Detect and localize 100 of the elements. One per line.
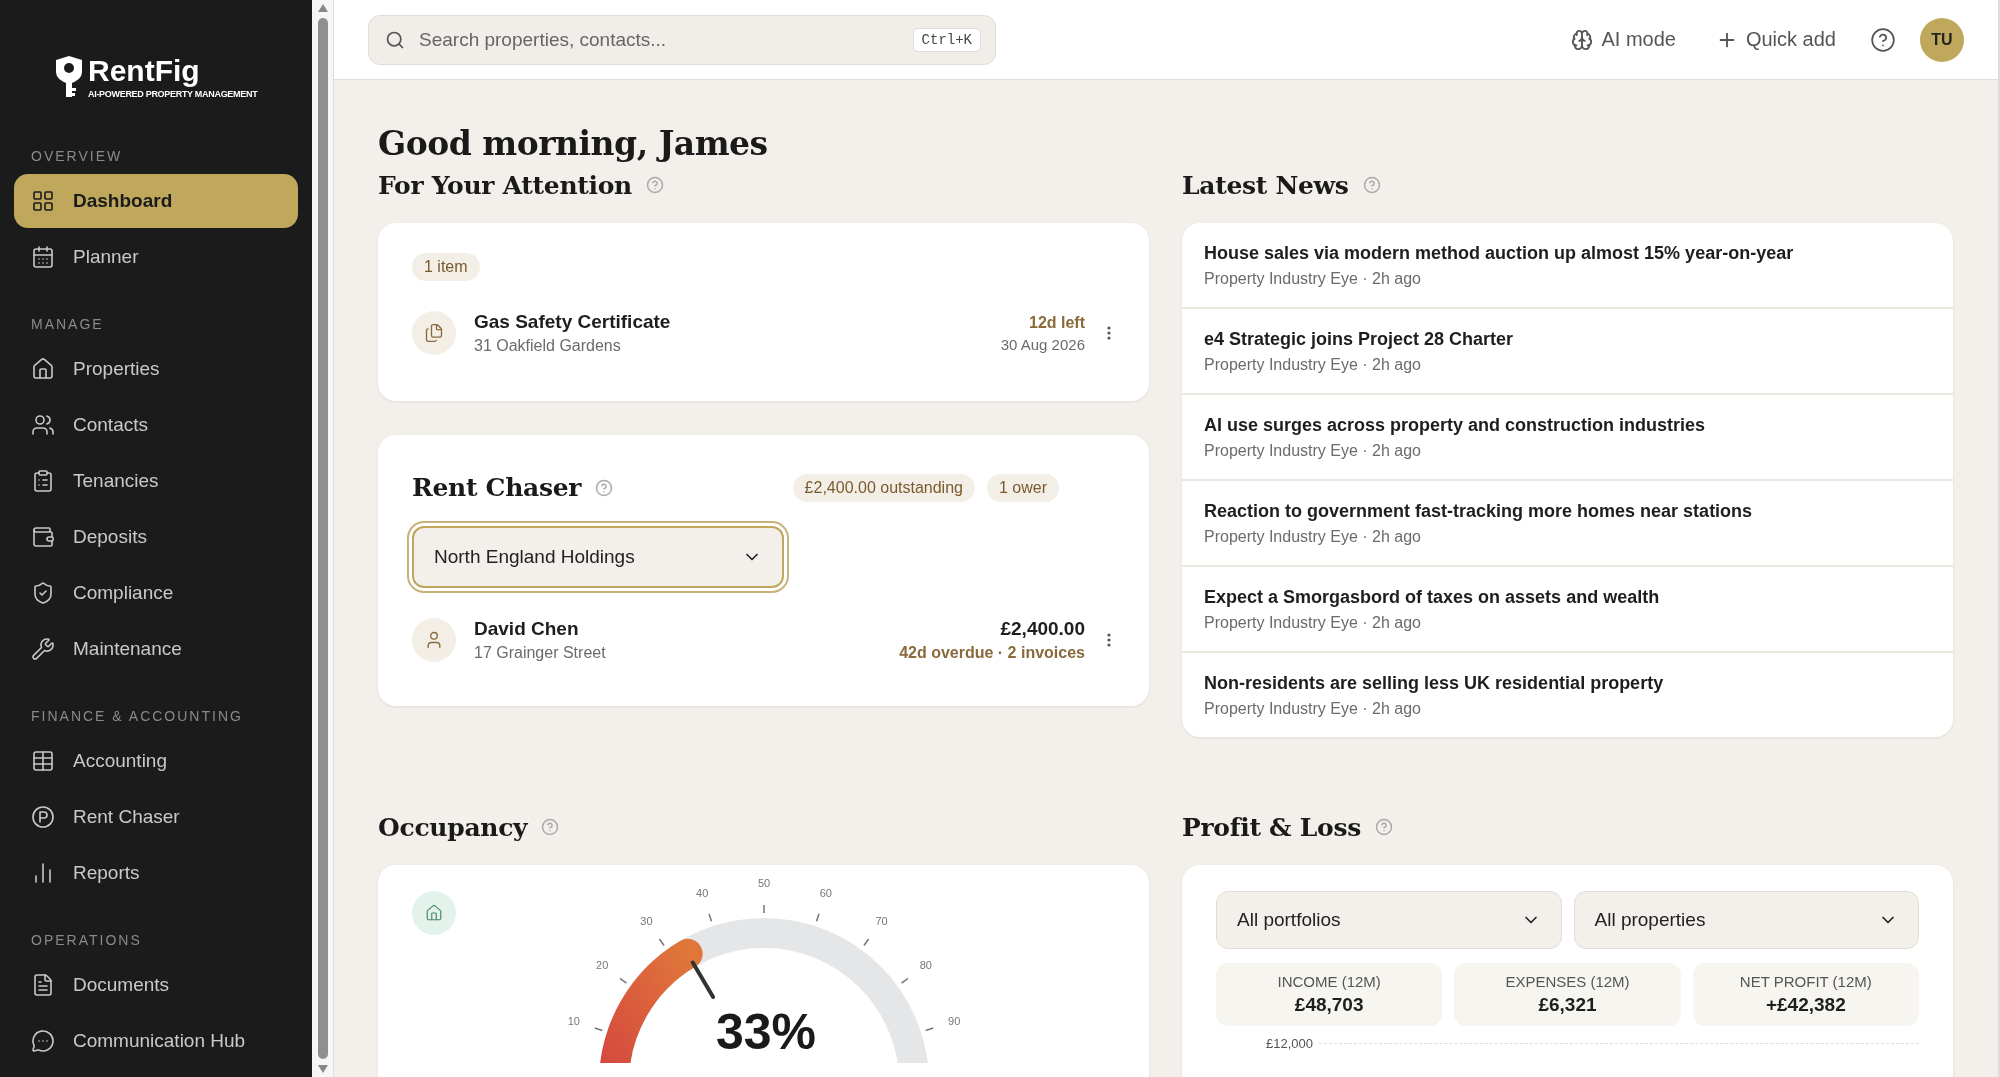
- section-title: For Your Attention: [378, 170, 632, 200]
- news-item[interactable]: Expect a Smorgasbord of taxes on assets and wealth Property Industry Eye · 2h ago: [1182, 565, 1953, 651]
- sidebar-item-label: Planner: [73, 246, 139, 268]
- quick-add-button[interactable]: Quick add: [1705, 22, 1846, 57]
- sidebar-item-label: Documents: [73, 974, 170, 996]
- search-bar[interactable]: Search properties, contacts... Ctrl+K: [368, 14, 996, 65]
- shortcut-key: Ctrl+K: [912, 27, 981, 52]
- gauge-tick: [618, 977, 627, 984]
- sidebar-item-label: Properties: [73, 358, 160, 380]
- news-item[interactable]: e4 Strategic joins Project 28 Charter Property Industry Eye · 2h ago: [1182, 307, 1953, 393]
- gauge-tick: [862, 938, 869, 947]
- scroll-thumb[interactable]: [317, 18, 328, 1059]
- section-title: Profit & Loss: [1182, 812, 1361, 842]
- news-headline: AI use surges across property and construction industries: [1204, 415, 1707, 436]
- news-headline: Reaction to government fast-tracking more homes near stations: [1204, 501, 1754, 522]
- news-headline: Non-residents are selling less UK residential property: [1204, 673, 1665, 694]
- news-headline: e4 Strategic joins Project 28 Charter: [1204, 329, 1515, 350]
- stat-label: NET PROFIT (12M): [1739, 973, 1872, 990]
- news-item[interactable]: Reaction to government fast-tracking more homes near stations Property Industry Eye · 2h ago: [1182, 479, 1953, 565]
- table-icon: [31, 749, 55, 773]
- scroll-down-icon[interactable]: [317, 1065, 328, 1073]
- sidebar-item[interactable]: Planner: [14, 230, 298, 284]
- filter-dropdown[interactable]: All portfolios: [1216, 891, 1562, 949]
- dashboard-grid-icon: [31, 189, 55, 213]
- gauge-reading: 33%: [715, 1004, 816, 1060]
- sidebar-item-label: Compliance: [73, 582, 174, 604]
- sidebar-section-title: OPERATIONS: [30, 931, 143, 950]
- person-icon: [412, 618, 456, 662]
- overdue-detail: 42d overdue · 2 invoices: [899, 644, 1085, 662]
- gauge-tick-label: 50: [757, 877, 770, 889]
- user-avatar[interactable]: TU: [1920, 17, 1964, 62]
- item-count-badge: 1 item: [412, 253, 480, 281]
- calendar-icon: [31, 245, 55, 269]
- gauge-tick: [593, 1027, 603, 1032]
- search-input[interactable]: Search properties, contacts...: [417, 27, 901, 52]
- gauge-tick: [762, 904, 765, 914]
- news-item[interactable]: Non-residents are selling less UK residential property Property Industry Eye · 2h ago: [1182, 651, 1953, 737]
- item-address: 31 Oakfield Gardens: [474, 337, 622, 355]
- gauge-tick-label: 40: [695, 886, 708, 899]
- gauge-needle: [690, 960, 715, 999]
- card-title: Rent Chaser: [412, 473, 582, 502]
- sidebar-item[interactable]: Rent Chaser: [14, 790, 298, 844]
- stat-label: EXPENSES (12M): [1505, 973, 1630, 990]
- sidebar-item[interactable]: Maintenance: [14, 622, 298, 676]
- gauge-tick-label: 10: [567, 1015, 580, 1028]
- help-icon[interactable]: [645, 176, 664, 194]
- news-headline: House sales via modern method auction up almost 15% year-on-year: [1204, 243, 1795, 264]
- sidebar-item[interactable]: Communication Hub: [14, 1014, 298, 1068]
- gauge-tick: [658, 938, 665, 947]
- tenant-name: David Chen: [474, 618, 580, 640]
- gauge-tick-label: 60: [819, 886, 832, 899]
- clipboard-icon: [31, 469, 55, 493]
- help-icon[interactable]: [595, 478, 614, 497]
- ai-mode-button[interactable]: AI mode: [1561, 22, 1686, 57]
- logo-name: RentFig: [88, 55, 201, 86]
- news-source: Property Industry Eye · 2h ago: [1204, 442, 1422, 460]
- news-source: Property Industry Eye · 2h ago: [1204, 528, 1422, 546]
- help-icon[interactable]: [541, 818, 560, 836]
- sidebar-item[interactable]: Compliance: [14, 566, 298, 620]
- sidebar-item-label: Accounting: [73, 750, 167, 772]
- help-icon[interactable]: [1374, 818, 1393, 836]
- stat-value: £6,321: [1538, 994, 1597, 1016]
- gauge-tick-label: 80: [919, 959, 932, 972]
- sidebar-item[interactable]: Tenancies: [14, 454, 298, 508]
- sidebar-item-label: Reports: [73, 862, 140, 884]
- sidebar-item-label: Communication Hub: [73, 1030, 246, 1052]
- document-icon: [31, 973, 55, 997]
- sidebar-item[interactable]: Accounting: [14, 734, 298, 788]
- wallet-icon: [31, 525, 55, 549]
- filter-dropdown[interactable]: All properties: [1573, 891, 1919, 949]
- sidebar-item-label: Rent Chaser: [73, 806, 180, 828]
- parking-sign-icon: [31, 805, 55, 829]
- gauge-tick: [707, 912, 712, 923]
- sidebar-section-title: OVERVIEW: [30, 147, 124, 166]
- sidebar-item[interactable]: Reports: [14, 846, 298, 900]
- document-copy-icon: [412, 311, 456, 355]
- sidebar-item[interactable]: Deposits: [14, 510, 298, 564]
- sidebar-item[interactable]: Documents: [14, 958, 298, 1012]
- stat-value: +£42,382: [1765, 994, 1846, 1016]
- search-icon: [385, 29, 405, 50]
- sidebar-item-label: Dashboard: [73, 190, 173, 212]
- stat-label: INCOME (12M): [1277, 973, 1381, 990]
- sidebar-item[interactable]: Properties: [14, 342, 298, 396]
- news-item[interactable]: House sales via modern method auction up almost 15% year-on-year Property Industry Eye · 2h ago: [1182, 223, 1953, 307]
- sidebar-item[interactable]: Dashboard: [14, 174, 298, 228]
- scrollbar[interactable]: [312, 0, 334, 1077]
- scroll-up-icon[interactable]: [317, 4, 328, 12]
- stat-value: £48,703: [1294, 994, 1364, 1016]
- sidebar-item-label: Deposits: [73, 526, 147, 548]
- news-item[interactable]: AI use surges across property and construction industries Property Industry Eye · 2h ago: [1182, 393, 1953, 479]
- greeting-title: Good morning, James: [378, 124, 769, 163]
- help-icon[interactable]: [1362, 176, 1381, 194]
- gauge-tick-label: 20: [595, 959, 608, 972]
- sidebar-item-label: Tenancies: [73, 470, 159, 492]
- brain-icon: [1571, 28, 1594, 51]
- logo-tagline: AI-POWERED PROPERTY MANAGEMENT: [88, 88, 258, 99]
- news-source: Property Industry Eye · 2h ago: [1204, 356, 1422, 374]
- sidebar-section-title: MANAGE: [30, 315, 105, 334]
- sidebar-item[interactable]: Contacts: [14, 398, 298, 452]
- tenant-address: 17 Grainger Street: [474, 644, 607, 662]
